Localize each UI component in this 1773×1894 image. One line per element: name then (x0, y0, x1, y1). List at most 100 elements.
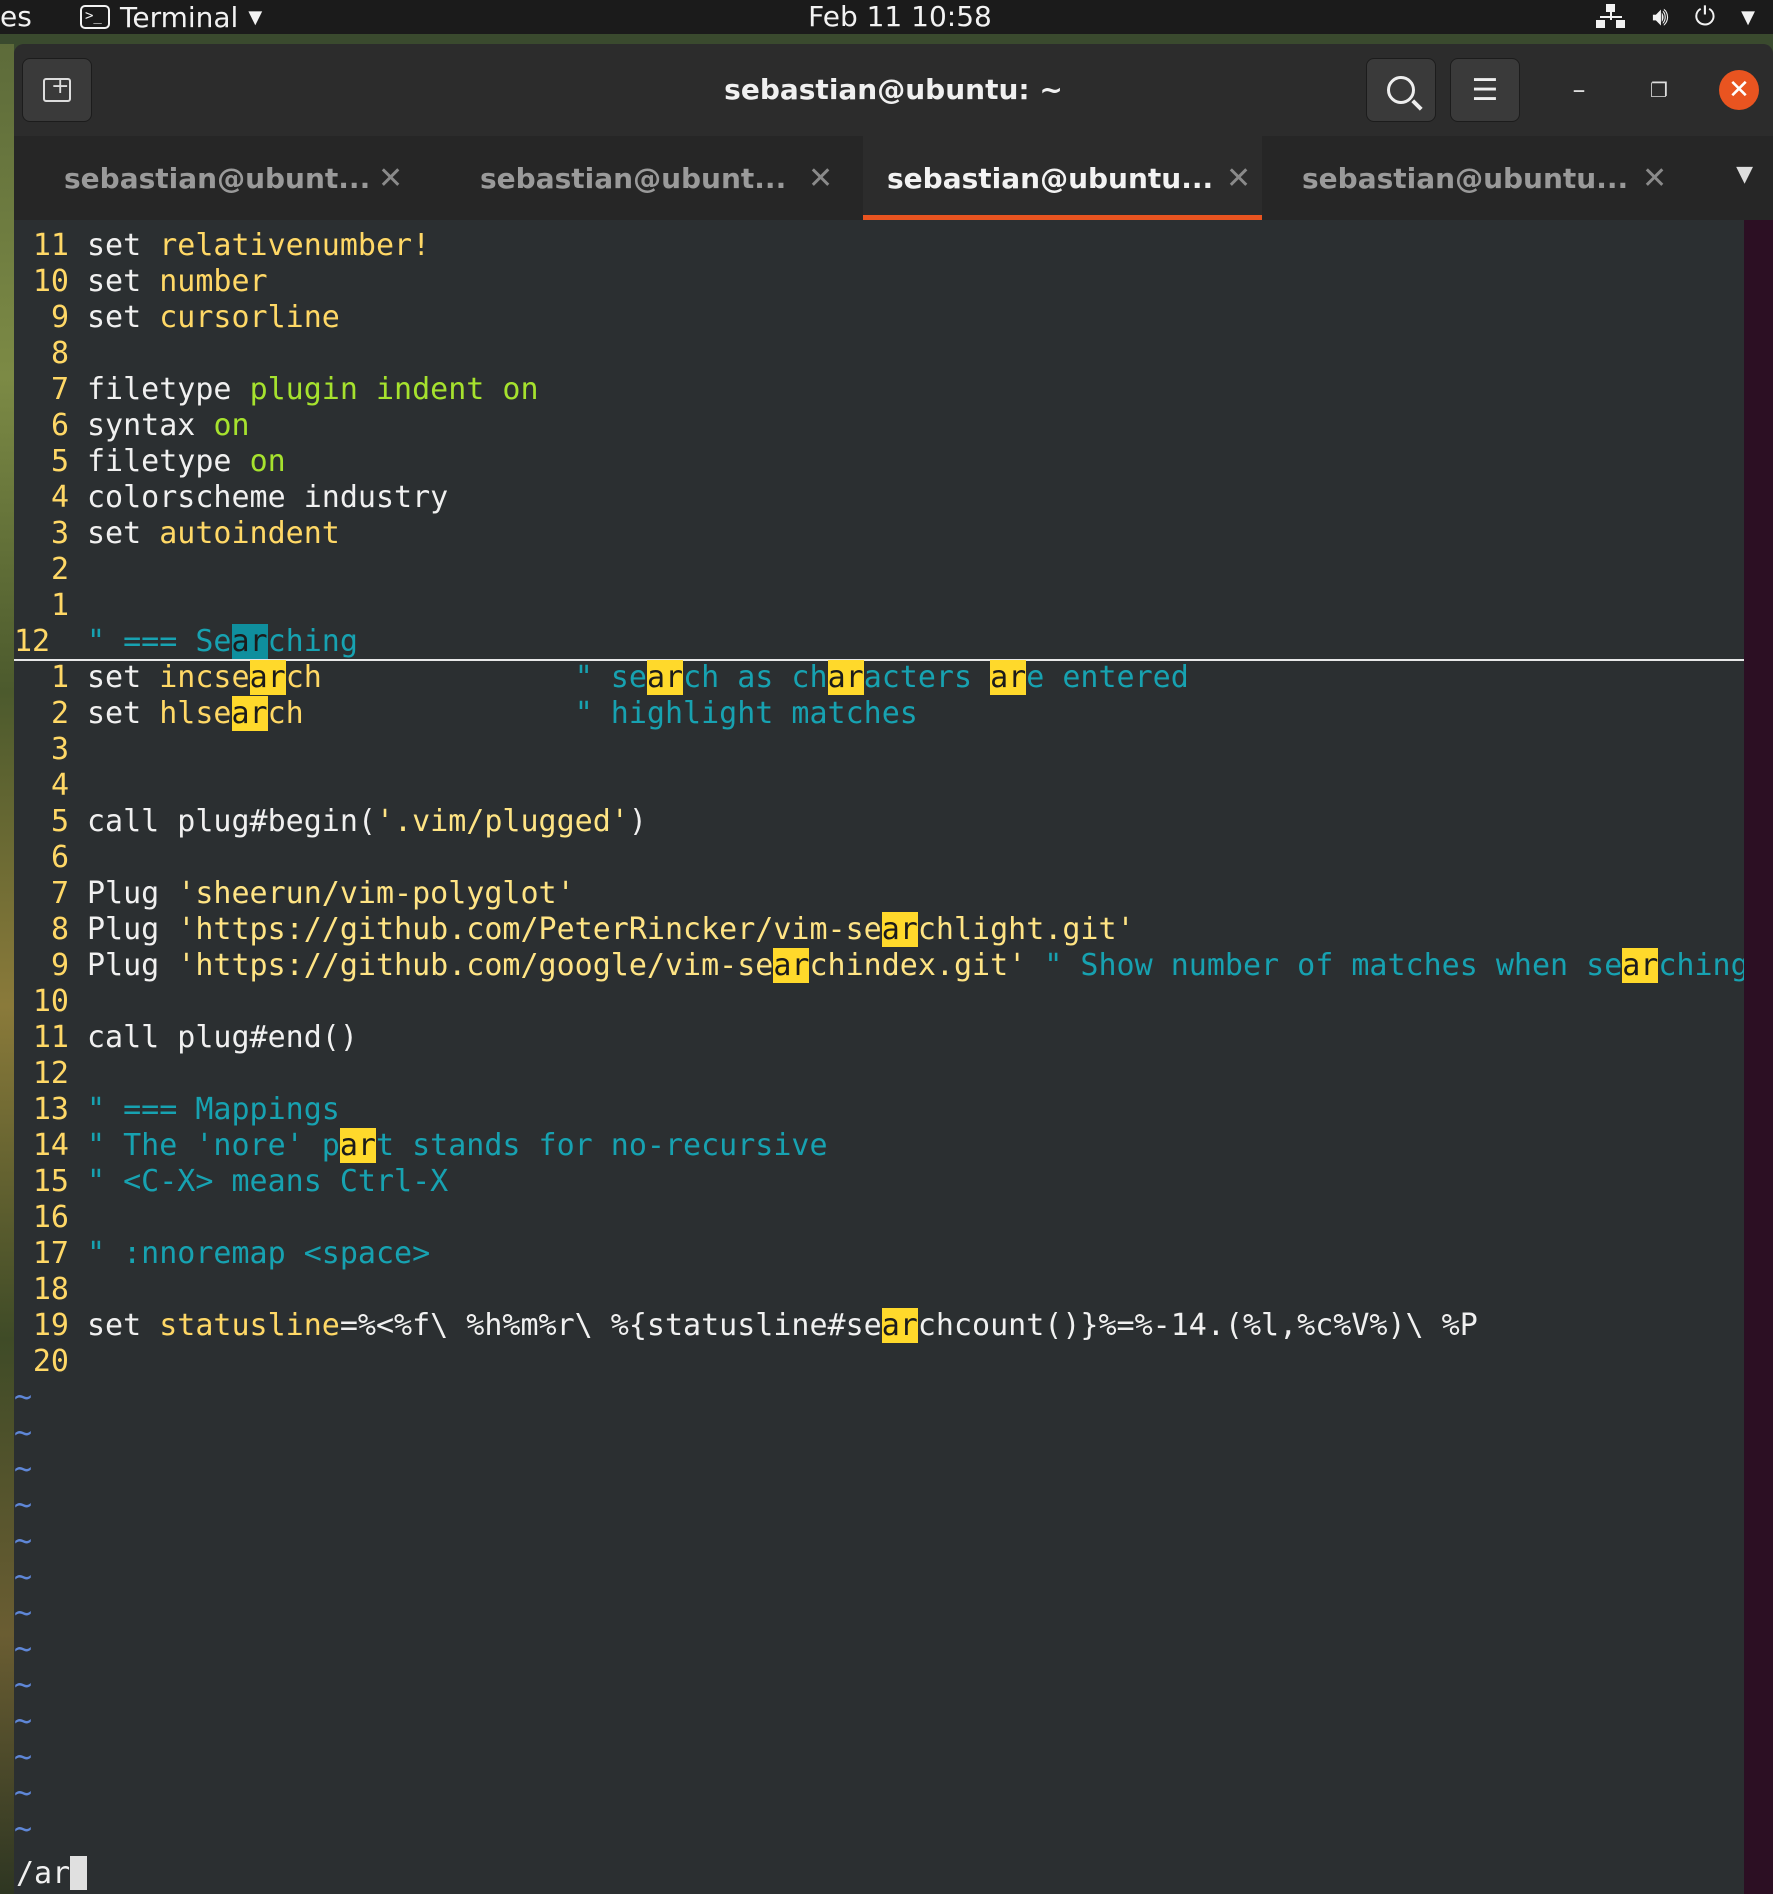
tab-close-icon[interactable]: ✕ (1642, 161, 1667, 196)
code-line: 18 (14, 1272, 87, 1308)
line-number: 9 (50, 300, 69, 335)
tab-close-icon[interactable]: ✕ (808, 161, 833, 196)
empty-line-tilde: ~ (14, 1452, 33, 1487)
header-bar: sebastian@ubuntu: ~ ☰ – ❐ ✕ (14, 44, 1773, 137)
line-number: 1 (50, 660, 69, 695)
line-number: 8 (50, 336, 69, 371)
terminal-window: sebastian@ubuntu: ~ ☰ – ❐ ✕ sebastian@ub… (14, 44, 1773, 1894)
line-number: 11 (32, 1020, 69, 1055)
code-token: set (87, 300, 160, 335)
line-number: 10 (32, 264, 69, 299)
code-token: set (87, 696, 160, 731)
clock[interactable]: Feb 11 10:58 (0, 0, 1773, 34)
scrollbar[interactable] (1744, 220, 1773, 1894)
close-icon: ✕ (1728, 75, 1750, 105)
code-line: 15 " <C-X> means Ctrl-X (14, 1164, 448, 1200)
code-token: 'sheerun/vim-polyglot' (177, 876, 575, 911)
code-token: colorscheme (87, 480, 304, 515)
text-cursor (70, 1856, 88, 1890)
code-token: 'https://github.com/google/vim-se (177, 948, 774, 983)
power-icon[interactable]: ⏻ (1695, 2, 1716, 33)
code-token: call plug#end() (87, 1020, 358, 1055)
line-number: 8 (50, 912, 69, 947)
code-line: 5 call plug#begin('.vim/plugged') (14, 804, 647, 840)
cursor-line: 12 " === Searching (14, 624, 358, 660)
line-number: 19 (32, 1308, 69, 1343)
line-number: 2 (50, 696, 69, 731)
close-button[interactable]: ✕ (1719, 70, 1759, 110)
tab-1[interactable]: sebastian@ubunt... ✕ (14, 136, 414, 220)
code-line: 10 set number (14, 264, 268, 300)
empty-line-tilde: ~ (14, 1560, 33, 1595)
code-token: set (87, 264, 160, 299)
tab-4[interactable]: sebastian@ubuntu... ✕ (1262, 136, 1692, 220)
search-button[interactable] (1366, 58, 1436, 122)
menu-button[interactable]: ☰ (1450, 58, 1520, 122)
line-number: 5 (50, 444, 69, 479)
empty-line-tilde: ~ (14, 1632, 33, 1667)
code-token: set (87, 660, 160, 695)
code-token: Plug (87, 876, 178, 911)
line-number: 6 (50, 840, 69, 875)
search-match: ar (1622, 948, 1659, 983)
vim-editor[interactable]: /ar 11 set relativenumber! 10 set number 9 se… (14, 220, 1744, 1894)
code-token: plugin indent on (249, 372, 539, 407)
line-number: 3 (50, 516, 69, 551)
search-match: ar (231, 696, 268, 731)
code-line: 7 Plug 'sheerun/vim-polyglot' (14, 876, 575, 912)
minimize-button[interactable]: – (1557, 68, 1601, 112)
tab-label: sebastian@ubuntu... (887, 161, 1214, 195)
empty-line-tilde: ~ (14, 1740, 33, 1775)
code-line: 2 (14, 552, 87, 588)
code-line: 3 (14, 732, 87, 768)
line-number: 4 (50, 480, 69, 515)
code-token: e entered (1026, 660, 1189, 695)
empty-line-tilde: ~ (14, 1812, 33, 1847)
tab-close-icon[interactable]: ✕ (1226, 161, 1251, 196)
code-token: filetype (87, 372, 250, 407)
volume-icon[interactable]: 🔊︎ (1652, 2, 1668, 33)
code-token: relativenumber! (159, 228, 431, 263)
code-line: 16 (14, 1200, 87, 1236)
line-number: 6 (50, 408, 69, 443)
code-line: 3 set autoindent (14, 516, 340, 552)
chevron-down-icon[interactable]: ▼ (1741, 7, 1755, 28)
command-line[interactable]: /ar (16, 1856, 88, 1892)
code-line: 14 " The 'nore' part stands for no-recurs… (14, 1128, 828, 1164)
tab-list-chevron-icon[interactable]: ▼ (1736, 162, 1753, 187)
tab-close-icon[interactable]: ✕ (378, 161, 403, 196)
search-match: ar (881, 912, 918, 947)
code-line: 11 call plug#end() (14, 1020, 358, 1056)
line-number: 18 (32, 1272, 69, 1307)
code-token: filetype (87, 444, 250, 479)
code-token: on (213, 408, 250, 443)
code-line: 1 (14, 588, 87, 624)
code-line: 9 set cursorline (14, 300, 340, 336)
code-line: 6 (14, 840, 87, 876)
tab-3[interactable]: sebastian@ubuntu... ✕ (863, 136, 1262, 220)
code-line: 9 Plug 'https://github.com/google/vim-sea… (14, 948, 1744, 984)
code-token: " :nnoremap <space> (87, 1236, 431, 1271)
empty-line-tilde: ~ (14, 1704, 33, 1739)
search-match: ar (231, 624, 268, 659)
hamburger-menu-icon: ☰ (1471, 72, 1499, 108)
code-line: 17 " :nnoremap <space> (14, 1236, 430, 1272)
code-line: 5 filetype on (14, 444, 286, 480)
code-token: chlight.git' (917, 912, 1135, 947)
line-number: 17 (32, 1236, 69, 1271)
line-number: 20 (32, 1344, 69, 1379)
tab-2[interactable]: sebastian@ubunt... ✕ (414, 136, 844, 220)
system-tray[interactable]: 🔊︎ ⏻ ▼ (1596, 0, 1755, 34)
code-token: Plug (87, 948, 178, 983)
code-token: " Show number of matches when se (1026, 948, 1623, 983)
code-token: " The 'nore' p (87, 1128, 340, 1163)
code-line: 7 filetype plugin indent on (14, 372, 539, 408)
line-number: 7 (50, 372, 69, 407)
restore-button[interactable]: ❐ (1637, 68, 1681, 112)
network-icon[interactable] (1596, 4, 1626, 30)
code-token: set (87, 228, 160, 263)
code-line: 19 set statusline=%<%f\ %h%m%r\ %{statusl… (14, 1308, 1478, 1344)
empty-line-tilde: ~ (14, 1416, 33, 1451)
code-token: set (87, 516, 160, 551)
